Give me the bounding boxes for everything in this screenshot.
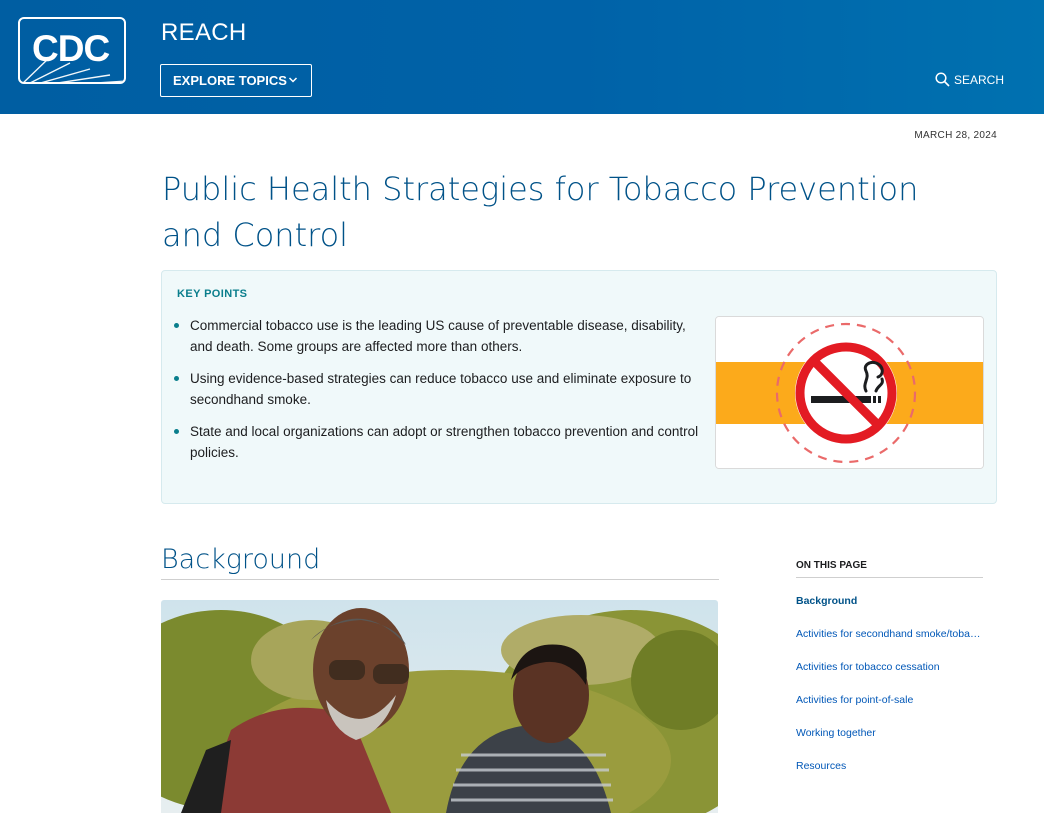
search-icon (935, 72, 950, 87)
key-point-item: Using evidence-based strategies can redu… (174, 368, 704, 410)
two-people-hiking-photo (161, 600, 718, 813)
on-this-page-link-point-of-sale[interactable]: Activities for point-of-sale (796, 694, 983, 727)
search-button[interactable]: SEARCH (935, 72, 1004, 87)
on-this-page-link-background[interactable]: Background (796, 595, 983, 628)
cdc-logo[interactable]: CDC (18, 17, 126, 84)
photo-image (161, 600, 718, 813)
on-this-page-link-secondhand-smoke[interactable]: Activities for secondhand smoke/tobacco-… (796, 628, 983, 661)
key-point-item: Commercial tobacco use is the leading US… (174, 315, 704, 357)
key-points-label: KEY POINTS (177, 288, 248, 300)
explore-topics-button[interactable]: EXPLORE TOPICS (160, 64, 312, 97)
explore-topics-label: EXPLORE TOPICS (173, 73, 287, 88)
site-header: CDC REACH EXPLORE TOPICS SEARCH (0, 0, 1044, 114)
key-point-item: State and local organizations can adopt … (174, 421, 704, 463)
logo-text: CDC (32, 28, 110, 69)
on-this-page-list: Background Activities for secondhand smo… (796, 595, 983, 793)
page-title: Public Health Strategies for Tobacco Pre… (162, 170, 919, 254)
key-points-list: Commercial tobacco use is the leading US… (174, 315, 704, 474)
no-smoking-icon (716, 317, 983, 468)
publish-date: MARCH 28, 2024 (914, 130, 997, 141)
on-this-page-link-working-together[interactable]: Working together (796, 727, 983, 760)
on-this-page-nav: ON THIS PAGE Background Activities for s… (796, 560, 983, 793)
site-title[interactable]: REACH (161, 19, 247, 47)
no-smoking-image (715, 316, 984, 469)
search-label: SEARCH (954, 72, 1005, 87)
on-this-page-heading: ON THIS PAGE (796, 560, 983, 578)
on-this-page-link-resources[interactable]: Resources (796, 760, 983, 793)
section-title-background: Background (161, 544, 719, 580)
key-points-box: KEY POINTS Commercial tobacco use is the… (161, 270, 997, 504)
on-this-page-link-cessation[interactable]: Activities for tobacco cessation (796, 661, 983, 694)
chevron-down-icon (288, 77, 298, 83)
